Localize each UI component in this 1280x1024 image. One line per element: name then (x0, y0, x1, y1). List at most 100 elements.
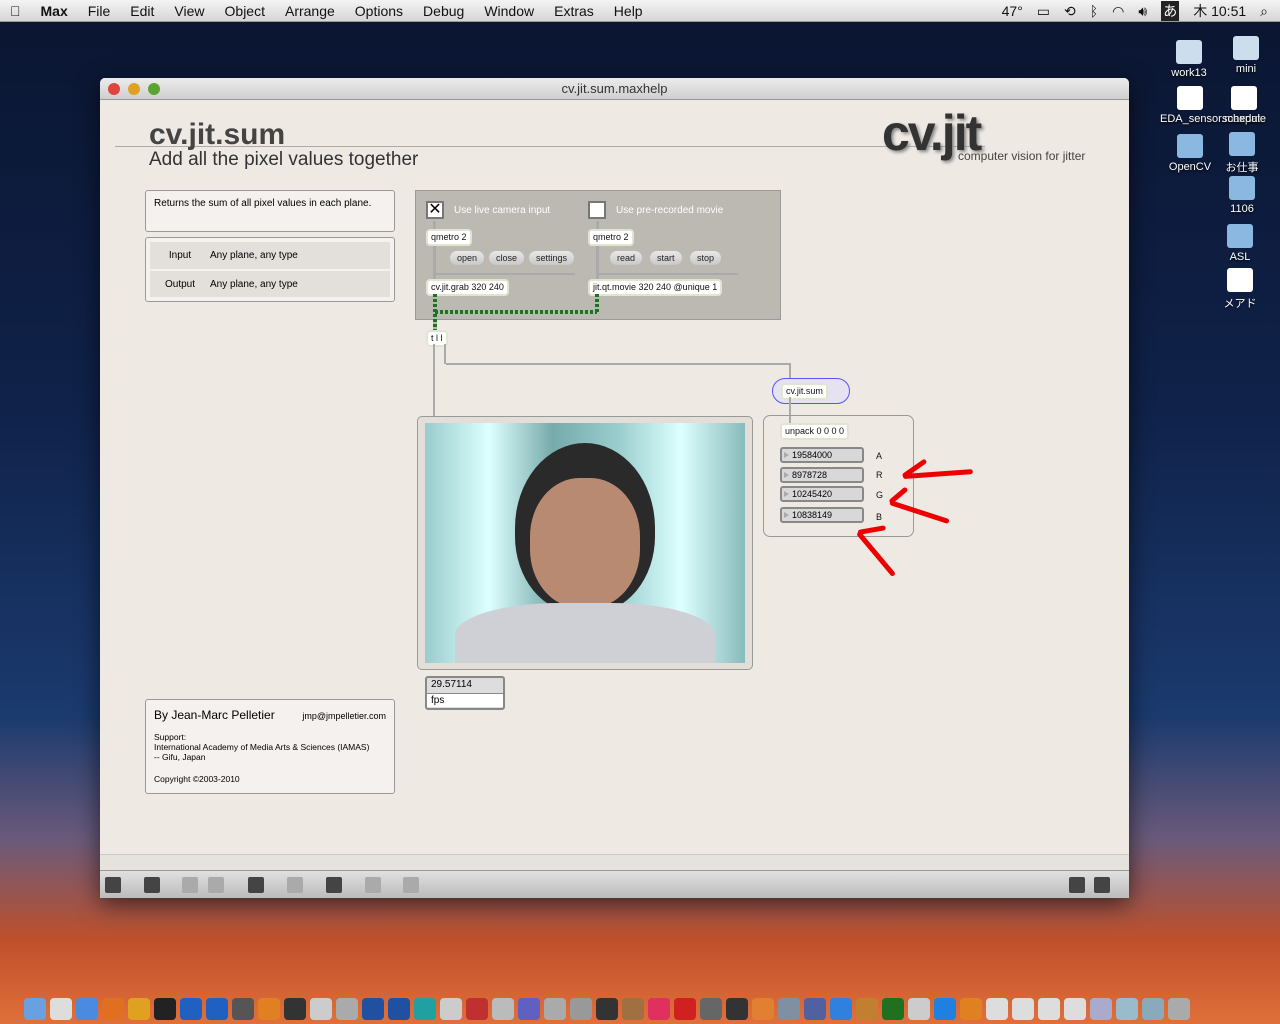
split-horizontal-icon[interactable] (1069, 877, 1085, 893)
menu-object[interactable]: Object (215, 3, 275, 19)
qmetro-movie[interactable]: qmetro 2 (588, 229, 634, 246)
close-message[interactable]: close (489, 251, 525, 265)
input-method[interactable]: あ (1161, 1, 1180, 21)
split-vertical-icon[interactable] (1094, 877, 1110, 893)
dock-app-icon[interactable] (440, 998, 462, 1020)
delete-icon[interactable] (208, 877, 224, 893)
dock-app-icon[interactable] (1038, 998, 1060, 1020)
title-bar[interactable]: cv.jit.sum.maxhelp (100, 78, 1129, 100)
dock-app-icon[interactable] (778, 998, 800, 1020)
menu-help[interactable]: Help (604, 3, 653, 19)
menu-extras[interactable]: Extras (544, 3, 604, 19)
stop-message[interactable]: stop (690, 251, 722, 265)
unpack-object[interactable]: unpack 0 0 0 0 (780, 423, 850, 440)
dock-app-icon[interactable] (908, 998, 930, 1020)
horizontal-scroll-area[interactable] (100, 854, 1129, 870)
dock-app-icon[interactable] (1168, 998, 1190, 1020)
menu-arrange[interactable]: Arrange (275, 3, 345, 19)
desktop-item[interactable]: 1106 (1210, 176, 1274, 215)
dock-app-icon[interactable] (804, 998, 826, 1020)
dock-app-icon[interactable] (1064, 998, 1086, 1020)
dock-app-icon[interactable] (232, 998, 254, 1020)
dock-app-icon[interactable] (466, 998, 488, 1020)
clock[interactable]: 木 10:51 (1193, 1, 1246, 21)
dock-app-icon[interactable] (856, 998, 878, 1020)
dock-app-icon[interactable] (622, 998, 644, 1020)
number-box-g[interactable]: 10245420 (780, 486, 864, 502)
dock-app-icon[interactable] (154, 998, 176, 1020)
dock-app-icon[interactable] (414, 998, 436, 1020)
menu-edit[interactable]: Edit (120, 3, 164, 19)
dock-app-icon[interactable] (596, 998, 618, 1020)
bluetooth-icon[interactable]: ᛒ (1090, 3, 1098, 19)
temperature[interactable]: 47° (1002, 3, 1023, 19)
dock-app-icon[interactable] (1116, 998, 1138, 1020)
dock-app-icon[interactable] (934, 998, 956, 1020)
menu-debug[interactable]: Debug (413, 3, 474, 19)
dock-app-icon[interactable] (128, 998, 150, 1020)
grid-snap-icon[interactable] (182, 877, 198, 893)
dock-app-icon[interactable] (102, 998, 124, 1020)
open-message[interactable]: open (450, 251, 485, 265)
menu-window[interactable]: Window (474, 3, 544, 19)
author-email[interactable]: jmp@jmpelletier.com (302, 711, 386, 721)
dock-app-icon[interactable] (388, 998, 410, 1020)
desktop-item[interactable]: ASL (1208, 224, 1272, 263)
desktop-item[interactable]: お仕事 (1210, 132, 1274, 175)
dock-app-icon[interactable] (518, 998, 540, 1020)
dock-app-icon[interactable] (310, 998, 332, 1020)
dock-app-icon[interactable] (206, 998, 228, 1020)
dock-app-icon[interactable] (1142, 998, 1164, 1020)
debug-icon[interactable] (403, 877, 419, 893)
close-button[interactable] (108, 83, 120, 95)
jit-qt-movie-object[interactable]: jit.qt.movie 320 240 @unique 1 (588, 279, 723, 296)
dock-app-icon[interactable] (50, 998, 72, 1020)
dock-app-icon[interactable] (570, 998, 592, 1020)
volume-icon[interactable]: 🔊︎ (1138, 3, 1147, 20)
number-box-r[interactable]: 8978728 (780, 467, 864, 483)
live-toggle[interactable]: ✕ (426, 201, 444, 219)
patch-cords-icon[interactable] (248, 877, 264, 893)
grid-icon[interactable] (365, 877, 381, 893)
dock-app-icon[interactable] (648, 998, 670, 1020)
desktop-item[interactable]: メアド (1208, 268, 1272, 311)
dock-app-icon[interactable] (960, 998, 982, 1020)
dock-app-icon[interactable] (336, 998, 358, 1020)
dock-app-icon[interactable] (882, 998, 904, 1020)
dock-app-icon[interactable] (726, 998, 748, 1020)
apple-menu-icon[interactable]:  (0, 3, 31, 19)
number-box-a[interactable]: 19584000 (780, 447, 864, 463)
qmetro-live[interactable]: qmetro 2 (426, 229, 472, 246)
dock-app-icon[interactable] (830, 998, 852, 1020)
read-message[interactable]: read (610, 251, 643, 265)
inspector-icon[interactable] (287, 877, 303, 893)
movie-toggle[interactable] (588, 201, 606, 219)
dock-app-icon[interactable] (674, 998, 696, 1020)
desktop-item[interactable]: schedule (1212, 86, 1276, 125)
dock-app-icon[interactable] (752, 998, 774, 1020)
desktop-item[interactable]: EDA_sensor.maxpat (1160, 86, 1260, 125)
desktop-item[interactable]: mini (1214, 36, 1278, 75)
dock-app-icon[interactable] (76, 998, 98, 1020)
dock-app-icon[interactable] (258, 998, 280, 1020)
start-message[interactable]: start (650, 251, 682, 265)
wifi-icon[interactable]: ◠ (1112, 3, 1124, 20)
dock-app-icon[interactable] (180, 998, 202, 1020)
dock-app-icon[interactable] (284, 998, 306, 1020)
dock-app-icon[interactable] (700, 998, 722, 1020)
minimize-button[interactable] (128, 83, 140, 95)
menu-view[interactable]: View (164, 3, 214, 19)
dock-app-icon[interactable] (986, 998, 1008, 1020)
dock-app-icon[interactable] (24, 998, 46, 1020)
menu-file[interactable]: File (78, 3, 121, 19)
dock-app-icon[interactable] (544, 998, 566, 1020)
time-machine-icon[interactable]: ⟲ (1064, 3, 1076, 20)
object-icon[interactable] (326, 877, 342, 893)
presentation-icon[interactable] (144, 877, 160, 893)
lock-icon[interactable] (105, 877, 121, 893)
fps-value[interactable]: 29.57114 (427, 678, 503, 694)
menu-options[interactable]: Options (345, 3, 413, 19)
dock-app-icon[interactable] (1090, 998, 1112, 1020)
dock-app-icon[interactable] (492, 998, 514, 1020)
desktop-item[interactable]: work13 (1157, 40, 1221, 79)
